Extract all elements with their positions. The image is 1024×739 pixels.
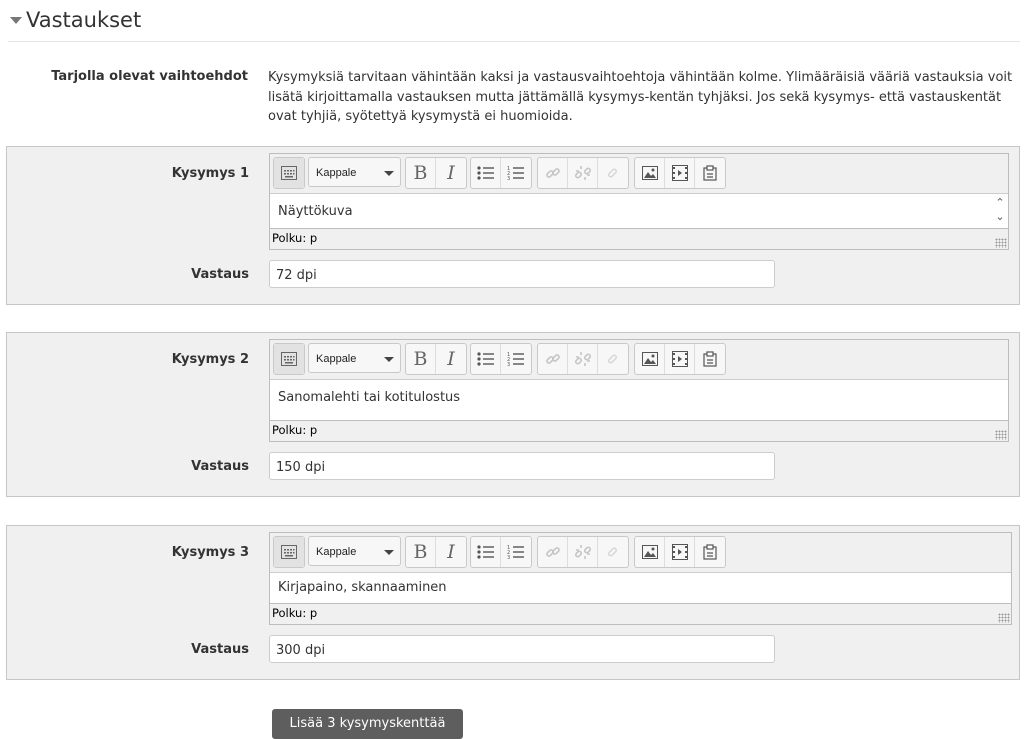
media-icon[interactable]: [665, 158, 695, 188]
toggle-toolbar-icon[interactable]: [274, 344, 304, 374]
answer-label: Vastaus: [191, 459, 249, 474]
paragraph-format-select[interactable]: Kappale: [308, 536, 401, 566]
question-block-3: Kysymys 3 Kappale B I 1 2 3 Kirjapaino, …: [6, 525, 1020, 680]
question-label: Kysymys 1: [171, 166, 249, 181]
resize-grip-icon[interactable]: [998, 613, 1010, 623]
section-title: Vastaukset: [26, 8, 142, 32]
path-label: Polku: p: [272, 423, 318, 437]
answers-section-header[interactable]: Vastaukset: [8, 8, 1020, 42]
toggle-toolbar-icon[interactable]: [274, 158, 304, 188]
resize-grip-icon[interactable]: [995, 238, 1007, 248]
question-label: Kysymys 2: [171, 352, 249, 367]
numbered-list-icon[interactable]: 123: [501, 158, 531, 188]
editor-toolbar: Kappale B I 123: [270, 340, 1008, 380]
paste-icon[interactable]: [695, 537, 725, 567]
editor-content-area[interactable]: Sanomalehti tai kotitulostus: [270, 380, 1008, 420]
answer-input[interactable]: 300 dpi: [269, 635, 775, 663]
italic-icon[interactable]: I: [436, 158, 466, 188]
answer-input[interactable]: 150 dpi: [269, 452, 775, 480]
editor-content-area[interactable]: Näyttökuva ⌃ ⌄: [270, 194, 1008, 228]
editor-path-bar: Polku: p: [270, 228, 1008, 249]
question-text: Näyttökuva: [278, 204, 353, 219]
anchor-icon[interactable]: [598, 344, 628, 374]
scroll-down-icon[interactable]: ⌄: [995, 210, 1004, 223]
format-value: Kappale: [316, 546, 357, 558]
editor-content-area[interactable]: Kirjapaino, skannaaminen: [270, 573, 1011, 603]
paste-icon[interactable]: [695, 158, 725, 188]
bullet-list-icon[interactable]: [471, 344, 501, 374]
path-label: Polku: p: [272, 606, 318, 620]
unlink-icon[interactable]: [568, 158, 598, 188]
editor-path-bar: Polku: p: [270, 603, 1011, 624]
numbered-list-icon[interactable]: 123: [501, 344, 531, 374]
link-icon[interactable]: [538, 158, 568, 188]
html-editor[interactable]: Kappale B I 123: [269, 339, 1009, 442]
format-value: Kappale: [316, 353, 357, 365]
collapse-triangle-icon[interactable]: [10, 17, 22, 24]
bold-icon[interactable]: B: [406, 537, 436, 567]
question-block-1: Kysymys 1 Kappale B I 1 2 3 Näyttökuva ⌃…: [6, 146, 1020, 305]
add-question-fields-button[interactable]: Lisää 3 kysymyskenttää: [272, 709, 463, 739]
html-editor[interactable]: Kappale B I 123: [269, 532, 1012, 625]
resize-grip-icon[interactable]: [995, 430, 1007, 440]
paste-icon[interactable]: [695, 344, 725, 374]
svg-text:3: 3: [507, 362, 510, 366]
answer-label: Vastaus: [191, 267, 249, 282]
link-icon[interactable]: [538, 344, 568, 374]
bullet-list-icon[interactable]: [471, 537, 501, 567]
editor-toolbar: Kappale B I 123: [270, 154, 1008, 194]
toggle-toolbar-icon[interactable]: [274, 537, 304, 567]
bold-icon[interactable]: B: [406, 344, 436, 374]
instructions-text: Kysymyksiä tarvitaan vähintään kaksi ja …: [268, 70, 1013, 124]
format-value: Kappale: [316, 167, 357, 179]
answer-input[interactable]: 72 dpi: [269, 260, 775, 288]
path-label: Polku: p: [272, 231, 318, 245]
unlink-icon[interactable]: [568, 537, 598, 567]
image-icon[interactable]: [635, 537, 665, 567]
image-icon[interactable]: [635, 344, 665, 374]
editor-scrollbar[interactable]: ⌃ ⌄: [994, 196, 1006, 224]
italic-icon[interactable]: I: [436, 344, 466, 374]
question-text: Sanomalehti tai kotitulostus: [278, 390, 461, 405]
question-text: Kirjapaino, skannaaminen: [278, 580, 447, 595]
chevron-down-icon: [384, 171, 394, 176]
image-icon[interactable]: [635, 158, 665, 188]
unlink-icon[interactable]: [568, 344, 598, 374]
editor-path-bar: Polku: p: [270, 420, 1008, 441]
editor-toolbar: Kappale B I 123: [270, 533, 1011, 573]
chevron-down-icon: [384, 550, 394, 555]
available-choices-label: Tarjolla olevat vaihtoehdot: [51, 69, 248, 84]
question-label: Kysymys 3: [171, 545, 249, 560]
svg-text:3: 3: [507, 555, 510, 559]
anchor-icon[interactable]: [598, 158, 628, 188]
question-block-2: Kysymys 2 Kappale B I 1 2 3 Sanomalehti …: [6, 332, 1020, 497]
chevron-down-icon: [384, 357, 394, 362]
svg-text:3: 3: [507, 176, 510, 180]
italic-icon[interactable]: I: [436, 537, 466, 567]
anchor-icon[interactable]: [598, 537, 628, 567]
numbered-list-icon[interactable]: 123: [501, 537, 531, 567]
media-icon[interactable]: [665, 537, 695, 567]
answer-label: Vastaus: [191, 642, 249, 657]
paragraph-format-select[interactable]: Kappale: [308, 343, 401, 373]
link-icon[interactable]: [538, 537, 568, 567]
scroll-up-icon[interactable]: ⌃: [995, 196, 1004, 209]
bold-icon[interactable]: B: [406, 158, 436, 188]
media-icon[interactable]: [665, 344, 695, 374]
bullet-list-icon[interactable]: [471, 158, 501, 188]
paragraph-format-select[interactable]: Kappale: [308, 157, 401, 187]
html-editor[interactable]: Kappale B I 123: [269, 153, 1009, 250]
